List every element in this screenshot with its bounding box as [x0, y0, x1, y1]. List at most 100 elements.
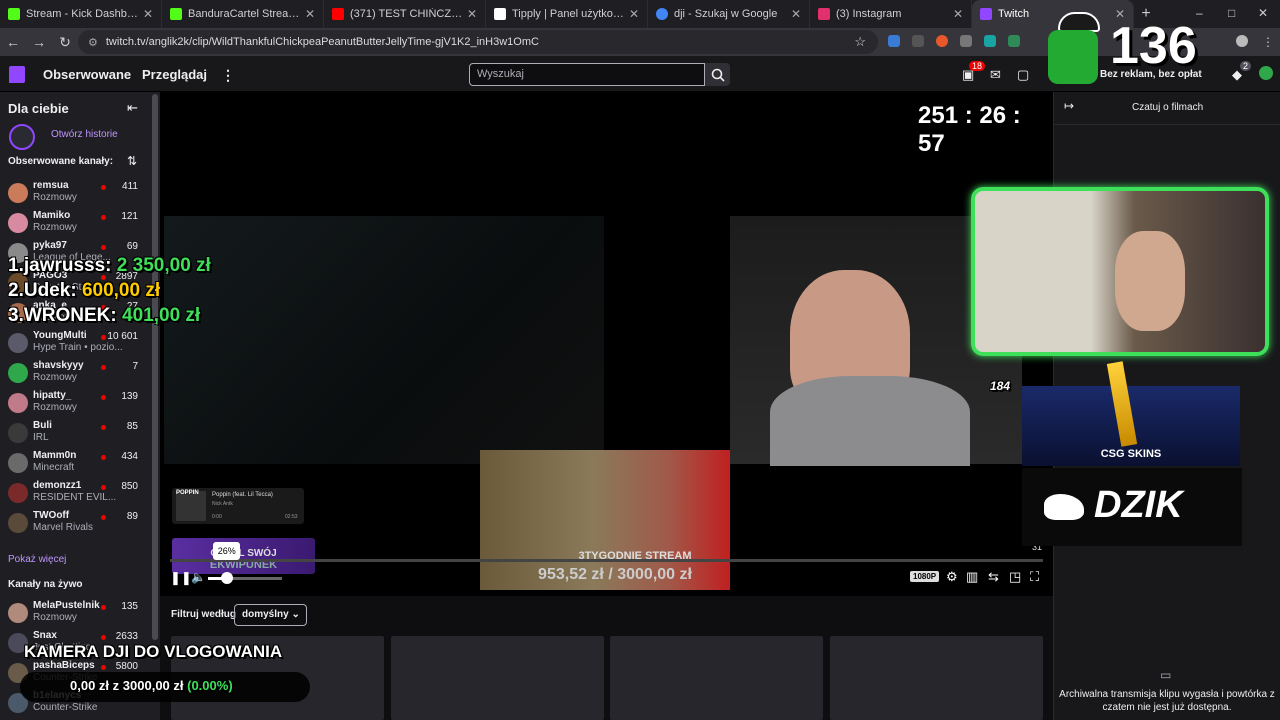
sidebar-for-you-heading: Dla ciebie [8, 101, 69, 116]
browser-tab[interactable]: BanduraCartel Stream - Watch ✕ [162, 0, 324, 28]
extension-icon[interactable] [912, 35, 924, 47]
channel-name: shavskyyy [33, 360, 84, 371]
search-button[interactable] [705, 63, 730, 86]
volume-icon[interactable]: 🔈 [191, 570, 206, 584]
reload-icon[interactable]: ↻ [52, 34, 78, 51]
volume-knob[interactable] [221, 572, 234, 584]
dzik-banner: DZIK [1022, 468, 1242, 546]
close-tab-icon[interactable]: ✕ [953, 7, 963, 21]
fullscreen-icon[interactable]: ⛶ [1030, 569, 1039, 585]
sidebar-channel-hipatty_[interactable]: hipatty_ Rozmowy 139 [0, 390, 150, 420]
close-tab-icon[interactable]: ✕ [629, 7, 639, 21]
whispers-icon[interactable]: ▢ [1017, 67, 1029, 83]
search-input[interactable]: Wyszukaj [469, 63, 705, 86]
filter-dropdown[interactable]: domyślny ⌄ [234, 604, 307, 626]
twitch-logo-icon[interactable] [9, 66, 25, 83]
show-more-link[interactable]: Pokaż więcej [8, 554, 66, 565]
sidebar-channel-buli[interactable]: Buli IRL 85 [0, 420, 150, 450]
tab-title: Tipply | Panel użytkownika [512, 8, 625, 20]
browser-tab[interactable]: (3) Instagram ✕ [810, 0, 972, 28]
channel-name: pyka97 [33, 240, 67, 251]
pause-icon[interactable]: ❚❚ [170, 570, 192, 586]
expand-chat-icon[interactable]: ↦ [1064, 99, 1074, 113]
promo-text-1: ODPAL SWÓJ [210, 548, 277, 559]
kick-favicon-icon [8, 8, 20, 20]
inbox-icon[interactable]: ✉ [990, 67, 1001, 83]
sidebar-scrollbar[interactable] [152, 94, 158, 640]
video-player[interactable]: 251 : 26 : 57 3TYGODNIE STREAM 953,52 zł… [160, 92, 1053, 596]
rank: 3. [8, 305, 24, 326]
channel-avatar [8, 183, 28, 203]
volume-slider[interactable] [208, 577, 282, 580]
goal-progress: 0,00 zł z 3000,00 zł (0.00%) [70, 678, 233, 693]
progress-track[interactable] [170, 559, 1043, 562]
sidebar-channel-youngmulti[interactable]: YoungMulti Hype Train • pozio... 10 601 [0, 330, 150, 360]
extension-icon[interactable] [1008, 35, 1020, 47]
nav-browse[interactable]: Przeglądaj [142, 67, 207, 82]
viewer-count: 850 [121, 481, 138, 492]
history-avatar[interactable] [9, 124, 35, 150]
sort-icon[interactable]: ⇅ [127, 154, 137, 168]
clip-icon[interactable]: ⇆ [988, 569, 999, 585]
extension-icon[interactable] [936, 35, 948, 47]
live-dot-icon [101, 605, 106, 610]
sidebar-channel-mamiko[interactable]: Mamiko Rozmowy 121 [0, 210, 150, 240]
browser-menu-icon[interactable]: ⋮ [1262, 35, 1274, 49]
clip-thumbnail[interactable] [391, 636, 604, 720]
pip-icon[interactable]: ◳ [1009, 569, 1021, 585]
music-time-end: 02:53 [285, 514, 298, 520]
inner-goal-current: 953,52 zł [538, 566, 604, 583]
site-info-icon[interactable]: ⚙ [88, 36, 98, 49]
streamer-hoodie [770, 376, 970, 466]
sidebar-channel-demonzz1[interactable]: demonzz1 RESIDENT EVIL... 850 [0, 480, 150, 510]
maximize-icon[interactable]: □ [1228, 6, 1235, 20]
sidebar-channel-mamm0n[interactable]: Mamm0n Minecraft 434 [0, 450, 150, 480]
close-tab-icon[interactable]: ✕ [305, 7, 315, 21]
live-dot-icon [101, 185, 106, 190]
viewer-count: 10 601 [107, 331, 138, 342]
open-history-link[interactable]: Otwórz historie [51, 129, 118, 140]
user-avatar[interactable] [1259, 66, 1273, 80]
live-dot-icon [101, 425, 106, 430]
more-menu-icon[interactable]: ⋮ [221, 67, 235, 84]
bookmark-star-icon[interactable]: ☆ [854, 34, 866, 50]
close-window-icon[interactable]: ✕ [1258, 6, 1268, 20]
clip-thumbnail[interactable] [610, 636, 823, 720]
channel-category: Rozmowy [33, 192, 77, 203]
browser-tab[interactable]: dji - Szukaj w Google ✕ [648, 0, 810, 28]
clip-thumbnail[interactable] [830, 636, 1043, 720]
url-bar[interactable]: ⚙ twitch.tv/anglik2k/clip/WildThankfulCh… [78, 30, 878, 54]
channel-avatar [8, 423, 28, 443]
url-text: twitch.tv/anglik2k/clip/WildThankfulChic… [105, 36, 539, 48]
minimize-icon[interactable]: – [1196, 6, 1203, 20]
close-tab-icon[interactable]: ✕ [143, 7, 153, 21]
forward-icon[interactable]: → [26, 34, 52, 50]
channel-avatar [8, 483, 28, 503]
sidebar-channel-melapustelnik[interactable]: MelaPustelnik Rozmowy 135 [0, 600, 150, 630]
settings-gear-icon[interactable]: ⚙ [946, 569, 958, 585]
browser-tab[interactable]: Stream - Kick Dashboard ✕ [0, 0, 162, 28]
nav-followed[interactable]: Obserwowane [43, 67, 131, 82]
extension-icon[interactable] [960, 35, 972, 47]
tab-title: dji - Szukaj w Google [674, 8, 778, 20]
goal-separator: z [112, 678, 120, 693]
extension-icon[interactable] [888, 35, 900, 47]
theater-mode-icon[interactable]: ▥ [966, 569, 978, 585]
browser-tab[interactable]: Tipply | Panel użytkownika ✕ [486, 0, 648, 28]
close-tab-icon[interactable]: ✕ [467, 7, 477, 21]
quality-badge[interactable]: 1080P [910, 571, 940, 582]
boar-icon [1044, 494, 1084, 520]
close-tab-icon[interactable]: ✕ [791, 7, 801, 21]
browser-tab[interactable]: (371) TEST CHIŃCZYKÓW W PO ✕ [324, 0, 486, 28]
back-icon[interactable]: ← [0, 34, 26, 50]
inner-video-thumbnail: 3TYGODNIE STREAM 953,52 zł / 3000,00 zł [480, 450, 730, 590]
sidebar-channel-twooff[interactable]: TWOoff Marvel Rivals 89 [0, 510, 150, 540]
channel-name: Snax [33, 630, 57, 641]
sidebar-channel-remsua[interactable]: remsua Rozmowy 411 [0, 180, 150, 210]
goal-title: KAMERA DJI DO VLOGOWANIA [24, 642, 283, 661]
channel-avatar [8, 333, 28, 353]
extension-icon[interactable] [984, 35, 996, 47]
profile-icon[interactable] [1236, 35, 1248, 47]
collapse-sidebar-icon[interactable]: ⇤ [127, 100, 138, 116]
sidebar-channel-shavskyyy[interactable]: shavskyyy Rozmowy 7 [0, 360, 150, 390]
